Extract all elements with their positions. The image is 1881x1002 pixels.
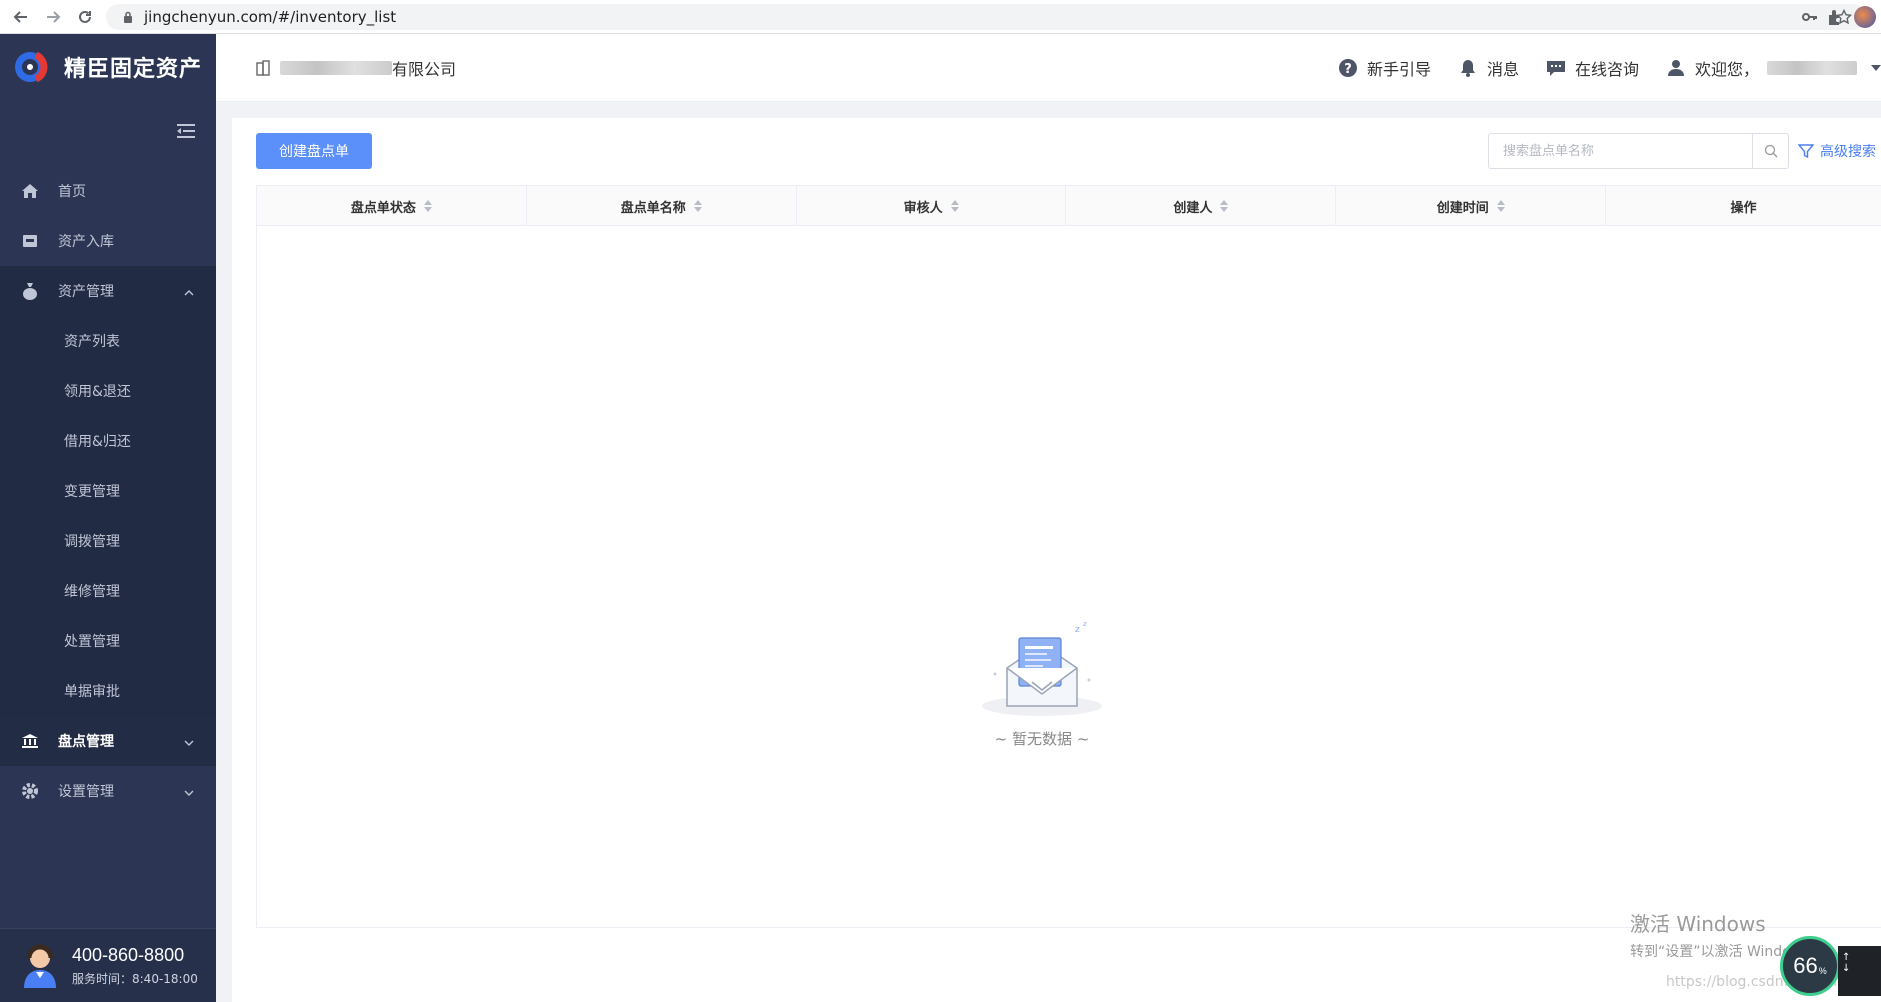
search-icon — [1764, 144, 1777, 158]
company-name-suffix: 有限公司 — [392, 59, 457, 79]
chat-icon — [1545, 57, 1567, 79]
logo-icon — [12, 47, 52, 87]
upload-arrow-icon: ↑ — [1842, 952, 1851, 963]
column-header-name[interactable]: 盘点单名称 — [527, 186, 797, 226]
consult-link[interactable]: 在线咨询 — [1545, 56, 1639, 80]
column-header-actions: 操作 — [1730, 200, 1757, 216]
sidebar-subitem-change[interactable]: 变更管理 — [0, 466, 216, 516]
messages-link[interactable]: 消息 — [1457, 56, 1519, 80]
sidebar-item-label: 首页 — [58, 184, 86, 200]
sidebar-item-label: 盘点管理 — [58, 734, 114, 750]
sort-icon[interactable] — [950, 200, 959, 212]
browser-toolbar: jingchenyun.com/#/inventory_list — [0, 0, 1881, 34]
inventory-table: 盘点单状态 盘点单名称 审核人 创建人 创建时间 操作 — [256, 185, 1881, 928]
inventory-list-card: 创建盘点单 高级搜索 盘点单状态 盘点单名称 审核人 — [232, 118, 1881, 1002]
sort-icon[interactable] — [1220, 200, 1229, 212]
user-icon — [1665, 57, 1687, 79]
cpu-gauge-widget: 66% — [1780, 936, 1840, 996]
svg-text:z: z — [1075, 625, 1080, 635]
profile-avatar[interactable] — [1854, 6, 1876, 28]
sort-icon[interactable] — [423, 200, 432, 212]
search-box — [1488, 133, 1789, 169]
sidebar-item-asset-inbound[interactable]: 资产入库 — [0, 216, 216, 266]
reload-icon[interactable] — [70, 2, 100, 32]
sidebar-subitem-transfer[interactable]: 调拨管理 — [0, 516, 216, 566]
username-redacted — [1767, 61, 1857, 75]
sidebar-item-label: 设置管理 — [58, 784, 114, 800]
sidebar-item-inventory[interactable]: 盘点管理 — [0, 716, 216, 766]
asset-submenu: 资产列表 领用&退还 借用&归还 变更管理 调拨管理 维修管理 处置管理 单据审… — [0, 316, 216, 716]
company-name-redacted — [280, 60, 392, 75]
sidebar-item-asset-management[interactable]: 资产管理 — [0, 266, 216, 316]
sidebar-subitem-disposal[interactable]: 处置管理 — [0, 616, 216, 666]
service-phone: 400-860-8800 — [72, 944, 185, 965]
customer-service: 400-860-8800 服务时间：8:40-18:00 — [0, 928, 216, 1002]
network-speed-widget: ↑ ↓ — [1838, 946, 1881, 996]
key-icon[interactable] — [1800, 7, 1820, 27]
guide-link[interactable]: ? 新手引导 — [1337, 56, 1431, 80]
inbox-icon — [20, 231, 40, 251]
lock-icon — [116, 11, 140, 24]
empty-state: z z ~ 暂无数据 ~ — [972, 618, 1112, 749]
extensions-icon[interactable] — [1826, 8, 1844, 30]
search-input[interactable] — [1489, 134, 1752, 168]
help-icon: ? — [1337, 57, 1359, 79]
url-text: jingchenyun.com/#/inventory_list — [144, 8, 397, 26]
forward-icon[interactable] — [38, 2, 68, 32]
home-icon — [20, 181, 40, 201]
column-header-created-time[interactable]: 创建时间 — [1336, 186, 1607, 226]
filter-icon — [1798, 143, 1814, 159]
column-header-creator[interactable]: 创建人 — [1066, 186, 1337, 226]
sidebar-item-label: 资产入库 — [58, 234, 114, 250]
empty-text: ~ 暂无数据 ~ — [994, 730, 1090, 748]
sidebar: 精臣固定资产 首页 资产入库 资产管理 资产列表 领用&退还 借用&归还 变更管… — [0, 34, 216, 1002]
sidebar-subitem-borrow-return[interactable]: 借用&归还 — [0, 416, 216, 466]
download-arrow-icon: ↓ — [1842, 963, 1851, 974]
company-name: 有限公司 — [256, 56, 456, 80]
gear-icon — [20, 781, 40, 801]
menu-fold-icon[interactable] — [176, 123, 196, 143]
create-inventory-button[interactable]: 创建盘点单 — [256, 133, 372, 169]
top-header: 有限公司 ? 新手引导 消息 在线咨询 欢迎您， — [216, 34, 1881, 102]
empty-mailbox-icon: z z — [982, 620, 1102, 716]
column-header-reviewer[interactable]: 审核人 — [797, 186, 1067, 226]
sidebar-subitem-receive-return[interactable]: 领用&退还 — [0, 366, 216, 416]
logo-text: 精臣固定资产 — [64, 57, 203, 82]
sidebar-subitem-approval[interactable]: 单据审批 — [0, 666, 216, 716]
address-bar[interactable]: jingchenyun.com/#/inventory_list — [106, 4, 1866, 30]
chevron-up-icon — [184, 284, 194, 300]
sidebar-item-settings[interactable]: 设置管理 — [0, 766, 216, 816]
customer-service-icon — [20, 944, 60, 988]
chevron-down-icon — [184, 734, 194, 750]
sort-icon[interactable] — [1496, 200, 1505, 212]
table-header: 盘点单状态 盘点单名称 审核人 创建人 创建时间 操作 — [257, 186, 1881, 226]
service-hours: 服务时间：8:40-18:00 — [72, 971, 198, 986]
sidebar-item-home[interactable]: 首页 — [0, 166, 216, 216]
sidebar-subitem-repair[interactable]: 维修管理 — [0, 566, 216, 616]
svg-text:z: z — [1083, 620, 1087, 628]
column-header-status[interactable]: 盘点单状态 — [257, 186, 527, 226]
money-bag-icon — [20, 281, 40, 301]
collapse-row — [0, 100, 216, 166]
logo: 精臣固定资产 — [0, 34, 216, 100]
search-button[interactable] — [1752, 134, 1788, 168]
sidebar-subitem-asset-list[interactable]: 资产列表 — [0, 316, 216, 366]
user-menu[interactable]: 欢迎您， — [1665, 56, 1881, 80]
sidebar-item-label: 资产管理 — [58, 284, 114, 300]
back-icon[interactable] — [6, 2, 36, 32]
chevron-down-icon — [184, 784, 194, 800]
bank-icon — [20, 731, 40, 751]
caret-down-icon — [1871, 65, 1881, 71]
building-icon — [256, 59, 270, 76]
bell-icon — [1457, 57, 1479, 79]
advanced-search-link[interactable]: 高级搜索 — [1798, 133, 1876, 169]
sort-icon[interactable] — [693, 200, 702, 212]
svg-text:?: ? — [1344, 62, 1352, 77]
